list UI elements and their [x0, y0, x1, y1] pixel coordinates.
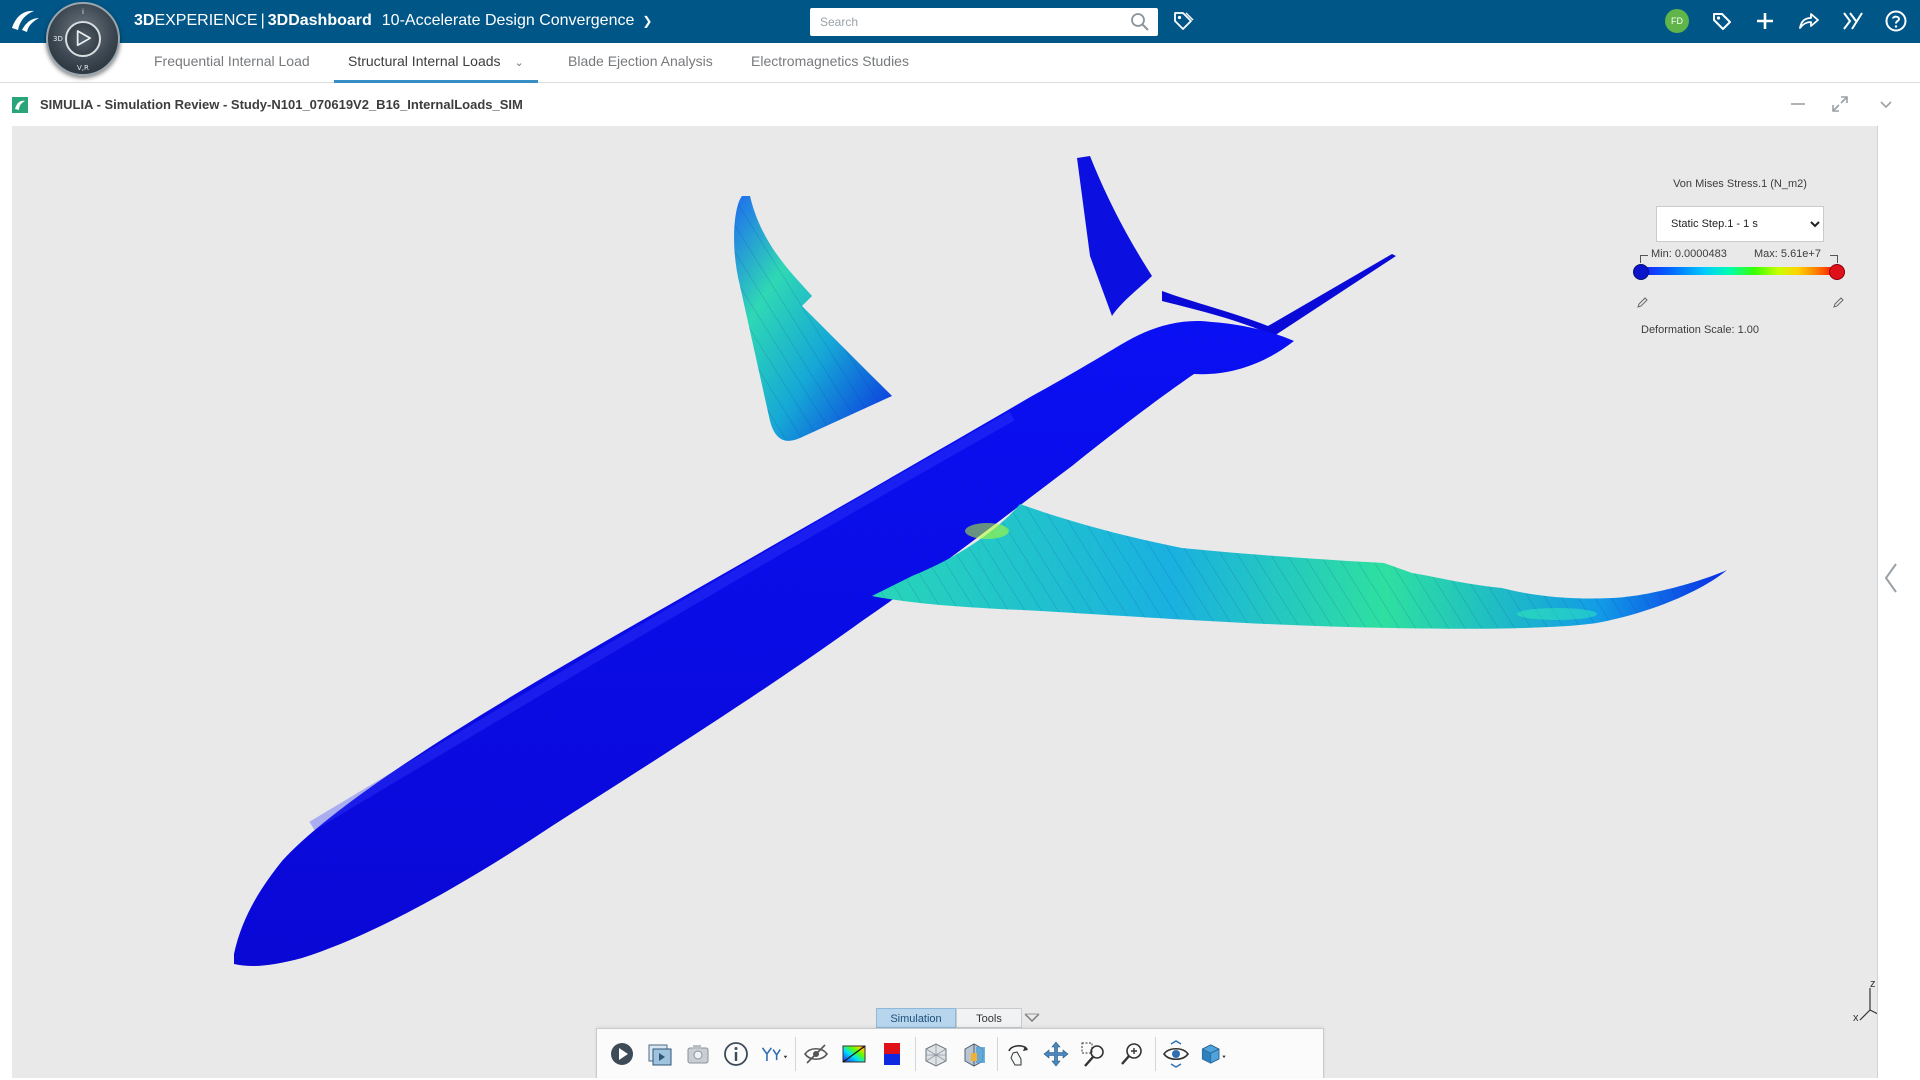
animation-icon[interactable] — [645, 1039, 675, 1069]
widget-menu-chevron-icon[interactable] — [1876, 94, 1896, 114]
action-bar — [596, 1028, 1324, 1078]
widget-title: SIMULIA - Simulation Review - Study-N101… — [40, 97, 523, 112]
pan-icon[interactable] — [1041, 1039, 1071, 1069]
compass-label-left: 3D — [53, 35, 63, 43]
compass-label-bottom: V,R — [77, 64, 89, 72]
compass-apps-icon[interactable] — [1841, 9, 1865, 33]
toolbar-separator — [1155, 1037, 1156, 1071]
edit-max-pencil-icon[interactable] — [1832, 297, 1844, 309]
compass-play-icon[interactable] — [65, 21, 101, 57]
view-icon[interactable] — [1161, 1039, 1191, 1069]
top-bar: 3DEXPERIENCE | 3DDashboard 10-Accelerate De… — [0, 0, 1920, 43]
tab-blade-ejection-analysis[interactable]: Blade Ejection Analysis — [568, 53, 713, 83]
maximize-icon[interactable] — [1830, 94, 1850, 114]
dassault-logo-icon[interactable] — [8, 6, 42, 36]
simulia-app-icon — [12, 97, 28, 113]
axis-z-label: z — [1870, 978, 1876, 990]
capture-icon[interactable] — [683, 1039, 713, 1069]
min-handle[interactable] — [1633, 264, 1649, 280]
zoom-area-icon[interactable] — [1079, 1039, 1109, 1069]
display-color-icon[interactable] — [877, 1039, 907, 1069]
step-select[interactable]: Static Step.1 - 1 s — [1656, 206, 1824, 242]
tab-chevron-down-icon[interactable]: ⌄ — [515, 57, 524, 69]
stress-legend: Von Mises Stress.1 (N_m2) Static Step.1 … — [1620, 170, 1860, 350]
toolbar-separator — [997, 1037, 998, 1071]
info-icon[interactable] — [721, 1039, 751, 1069]
legend-title: Von Mises Stress.1 (N_m2) — [1673, 178, 1807, 190]
section-icon[interactable] — [959, 1039, 989, 1069]
side-panel-chevron-left-icon[interactable] — [1880, 560, 1904, 596]
cube-view-icon[interactable] — [1199, 1039, 1235, 1069]
hide-show-icon[interactable] — [801, 1039, 831, 1069]
toolbar-separator — [795, 1037, 796, 1071]
mesh-icon[interactable] — [921, 1039, 951, 1069]
tab-simulation[interactable]: Simulation — [876, 1008, 956, 1028]
max-value-label: Max: 5.61e+7 — [1754, 248, 1821, 260]
plot-type-icon[interactable] — [759, 1039, 793, 1069]
search-input[interactable] — [810, 8, 1120, 36]
max-bracket — [1830, 255, 1838, 263]
compass-button[interactable]: i 3D V,R — [46, 2, 120, 76]
toolbar-collapse-chevron-icon[interactable] — [1022, 1008, 1042, 1028]
tab-tools[interactable]: Tools — [956, 1008, 1022, 1028]
tab-electromagnetics-studies[interactable]: Electromagnetics Studies — [751, 53, 909, 83]
tab-frequential-internal-load[interactable]: Frequential Internal Load — [154, 53, 310, 83]
minimize-icon[interactable] — [1788, 94, 1808, 114]
tag-icon[interactable] — [1172, 10, 1194, 32]
play-icon[interactable] — [607, 1039, 637, 1069]
rotate-icon[interactable] — [1003, 1039, 1033, 1069]
search-icon[interactable] — [1130, 12, 1150, 32]
dashboard-tabs: Frequential Internal Load Structural Int… — [0, 43, 1920, 83]
zoom-icon[interactable] — [1117, 1039, 1147, 1069]
share-tag-icon[interactable] — [1710, 9, 1734, 33]
axis-x-label: x — [1853, 1012, 1859, 1024]
max-handle[interactable] — [1829, 264, 1845, 280]
widget-header: SIMULIA - Simulation Review - Study-N101… — [0, 84, 1920, 124]
color-scale-bar — [1641, 267, 1837, 275]
plus-icon[interactable] — [1753, 9, 1777, 33]
3d-viewer[interactable]: Von Mises Stress.1 (N_m2) Static Step.1 … — [12, 126, 1877, 1078]
share-icon[interactable] — [1797, 9, 1821, 33]
dashboard-chevron-down-icon[interactable]: ❯ — [642, 14, 652, 28]
min-bracket — [1640, 255, 1648, 263]
min-value-label: Min: 0.0000483 — [1651, 248, 1727, 260]
deformation-scale-label: Deformation Scale: 1.00 — [1641, 324, 1760, 336]
aircraft-stress-model[interactable] — [12, 126, 1877, 1078]
dashboard-title[interactable]: 10-Accelerate Design Convergence — [382, 12, 635, 29]
help-icon[interactable] — [1884, 9, 1908, 33]
platform-brand: 3DEXPERIENCE | 3DDashboard 10-Accelerate De… — [134, 12, 653, 29]
compass-label-top: i — [82, 8, 84, 16]
contour-icon[interactable] — [839, 1039, 869, 1069]
edit-min-pencil-icon[interactable] — [1636, 297, 1648, 309]
panel-divider — [1877, 126, 1878, 1078]
toolbar-separator — [915, 1037, 916, 1071]
tab-structural-internal-loads[interactable]: Structural Internal Loads ⌄ — [334, 53, 538, 83]
avatar[interactable]: FD — [1665, 9, 1689, 33]
search-box[interactable] — [810, 8, 1158, 36]
